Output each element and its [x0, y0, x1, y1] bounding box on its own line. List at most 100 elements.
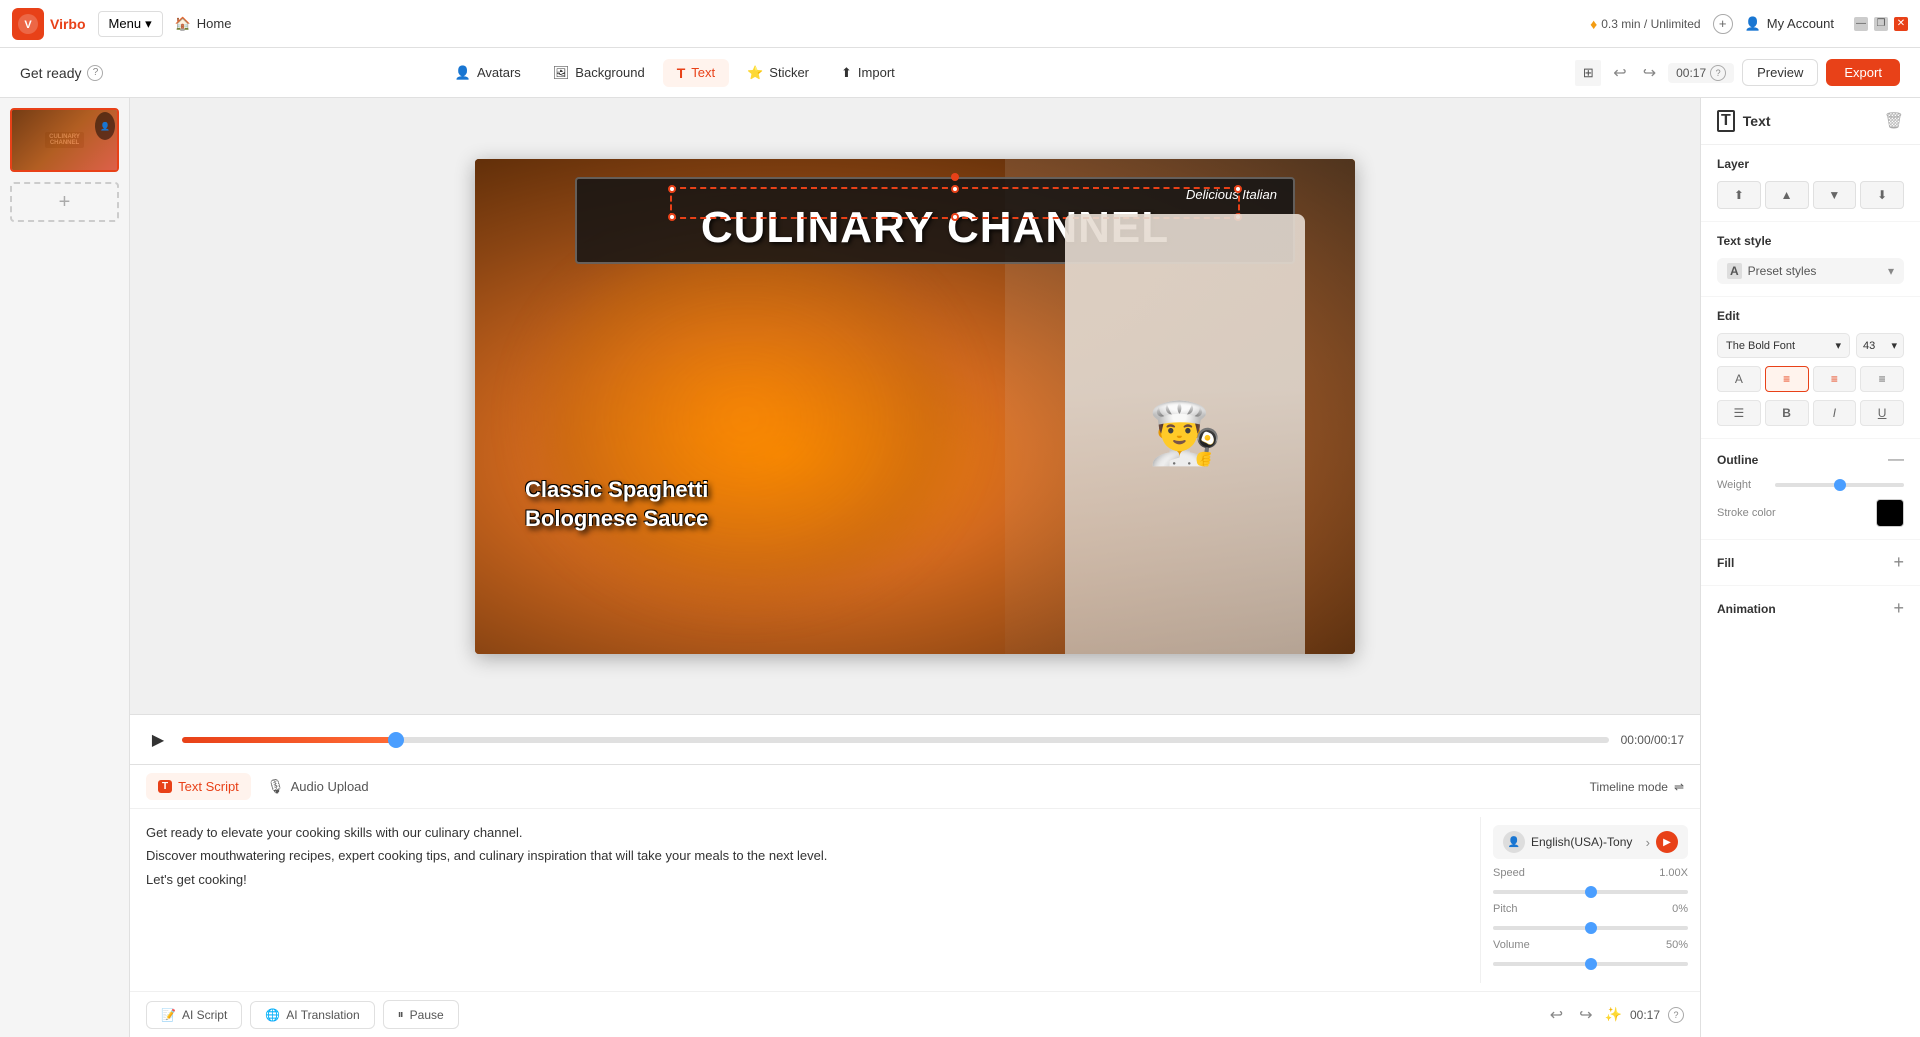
font-dropdown-icon: ▾ [1835, 339, 1841, 352]
speed-slider[interactable] [1493, 890, 1688, 894]
script-undo-button[interactable]: ↩ [1546, 1001, 1567, 1029]
play-button[interactable]: ▶ [146, 728, 170, 752]
layer-to-bottom-button[interactable]: ⬇ [1860, 181, 1904, 209]
background-button[interactable]: 🖼 Background [539, 59, 659, 87]
text-script-label: Text Script [178, 779, 239, 794]
grid-button[interactable]: ⊞ [1575, 60, 1601, 86]
time-help-icon[interactable]: ? [1710, 65, 1726, 81]
fill-header: Fill + [1717, 552, 1904, 573]
ai-translation-icon: 🌐 [265, 1008, 280, 1022]
format-row: ☰ B I U [1717, 400, 1904, 426]
export-button[interactable]: Export [1826, 59, 1900, 86]
voice-play-button[interactable]: ▶ [1656, 831, 1678, 853]
timeline: ▶ 00:00/00:17 [130, 714, 1700, 764]
layer-up-button[interactable]: ▲ [1765, 181, 1809, 209]
volume-label: Volume [1493, 939, 1530, 951]
timeline-mode-label: Timeline mode [1590, 780, 1668, 794]
time-total: 00:17 [1654, 733, 1684, 747]
fill-add-button[interactable]: + [1893, 552, 1904, 573]
voice-avatar: 👤 [1503, 831, 1525, 853]
ai-translation-button[interactable]: 🌐 AI Translation [250, 1001, 374, 1029]
animation-add-button[interactable]: + [1893, 598, 1904, 619]
underline-button[interactable]: U [1860, 400, 1904, 426]
font-selector[interactable]: The Bold Font ▾ [1717, 333, 1850, 358]
project-help-button[interactable]: ? [87, 65, 103, 81]
align-center-icon: ≡ [1783, 372, 1790, 386]
layer-down-button[interactable]: ▼ [1813, 181, 1857, 209]
menu-button[interactable]: Menu ▾ [98, 11, 163, 37]
restore-button[interactable]: ❐ [1874, 17, 1888, 31]
delete-button[interactable]: 🗑 [1884, 111, 1904, 131]
stroke-row: Stroke color [1717, 499, 1904, 527]
avatars-button[interactable]: 👤 Avatars [441, 59, 535, 87]
preset-styles-chevron: ▾ [1888, 264, 1894, 278]
voice-selector[interactable]: 👤 English(USA)-Tony › ▶ [1493, 825, 1688, 859]
script-help-icon[interactable]: ? [1668, 1007, 1684, 1023]
sticker-icon: ⭐ [747, 65, 763, 81]
script-text-area: Get ready to elevate your cooking skills… [130, 817, 1480, 983]
text-icon: T [677, 65, 686, 81]
list-icon: ☰ [1733, 406, 1744, 420]
microphone-icon: 🎙 [267, 778, 285, 795]
slide-item-1[interactable]: 1 CULINARYCHANNEL 👤 [10, 108, 119, 172]
list-format-button[interactable]: ☰ [1717, 400, 1761, 426]
preview-button[interactable]: Preview [1742, 59, 1818, 86]
canvas-text2: Classic Spaghetti Bolognese Sauce [525, 476, 708, 533]
layer-controls: ⬆ ▲ ▼ ⬇ [1717, 181, 1904, 209]
italic-button[interactable]: I [1813, 400, 1857, 426]
text-button[interactable]: T Text [663, 59, 729, 87]
right-panel-title: T Text [1717, 110, 1771, 132]
weight-slider[interactable] [1775, 483, 1904, 487]
minimize-button[interactable]: — [1854, 17, 1868, 31]
timeline-track[interactable] [182, 737, 1609, 743]
right-panel: T Text 🗑 Layer ⬆ ▲ ▼ ⬇ [1700, 98, 1920, 1037]
pitch-slider[interactable] [1493, 926, 1688, 930]
stroke-color-picker[interactable] [1876, 499, 1904, 527]
ai-translation-label: AI Translation [286, 1008, 359, 1022]
right-panel-title-text: Text [1743, 113, 1771, 129]
add-slide-button[interactable]: + [10, 182, 119, 222]
add-credits-button[interactable]: + [1713, 14, 1733, 34]
undo-button[interactable]: ↩ [1609, 59, 1630, 87]
text-script-icon: T [158, 780, 172, 793]
ai-script-button[interactable]: 📝 AI Script [146, 1001, 242, 1029]
italic-icon: I [1833, 406, 1836, 420]
text-align-row: A ≡ ≡ ≡ [1717, 366, 1904, 392]
align-justify-button[interactable]: ≡ [1860, 366, 1904, 392]
redo-button[interactable]: ↪ [1639, 59, 1660, 87]
audio-upload-tab[interactable]: 🎙 Audio Upload [255, 772, 381, 801]
sticker-button[interactable]: ⭐ Sticker [733, 59, 823, 87]
fill-title: Fill [1717, 556, 1734, 570]
preview-label: Preview [1757, 65, 1803, 80]
close-button[interactable]: ✕ [1894, 17, 1908, 31]
timeline-mode-toggle[interactable]: Timeline mode ⇌ [1590, 780, 1684, 794]
script-content: Get ready to elevate your cooking skills… [130, 809, 1700, 991]
font-size-selector[interactable]: 43 ▾ [1856, 333, 1904, 358]
align-left-button[interactable]: A [1717, 366, 1761, 392]
volume-slider[interactable] [1493, 962, 1688, 966]
font-size-value: 43 [1863, 340, 1875, 352]
voice-expand-icon: › [1646, 835, 1650, 850]
outline-title: Outline [1717, 453, 1758, 467]
weight-value: 10 [1912, 479, 1920, 491]
time-value: 00:17 [1676, 66, 1706, 80]
align-center-button[interactable]: ≡ [1765, 366, 1809, 392]
pitch-label-row: Pitch 0% [1493, 903, 1688, 915]
script-redo-button[interactable]: ↪ [1575, 1001, 1596, 1029]
export-label: Export [1844, 65, 1882, 80]
preset-styles-selector[interactable]: A Preset styles ▾ [1717, 258, 1904, 284]
align-right-button[interactable]: ≡ [1813, 366, 1857, 392]
svg-text:V: V [24, 19, 32, 31]
text-script-tab[interactable]: T Text Script [146, 773, 251, 800]
outline-collapse-button[interactable]: — [1888, 451, 1904, 469]
pause-label: Pause [410, 1008, 444, 1022]
home-button[interactable]: 🏠 Home [175, 16, 232, 32]
import-button[interactable]: ⬆ Import [827, 59, 909, 87]
account-button[interactable]: 👤 My Account [1745, 16, 1834, 32]
menu-label: Menu [109, 16, 142, 31]
bold-button[interactable]: B [1765, 400, 1809, 426]
layer-to-top-button[interactable]: ⬆ [1717, 181, 1761, 209]
pause-button[interactable]: ⏸ Pause [383, 1000, 459, 1029]
script-tabs: T Text Script 🎙 Audio Upload Timeline mo… [130, 765, 1700, 809]
volume-label-row: Volume 50% [1493, 939, 1688, 951]
